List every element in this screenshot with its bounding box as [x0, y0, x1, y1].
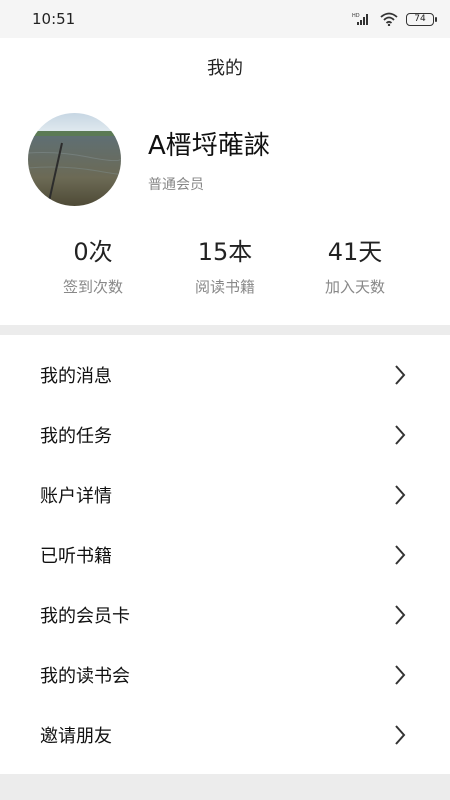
- menu-item-label: 我的任务: [40, 426, 112, 447]
- chevron-right-icon: [394, 424, 406, 446]
- menu-item-account-details[interactable]: 账户详情: [0, 465, 450, 525]
- bottom-divider: [0, 774, 450, 800]
- menu-item-label: 已听书籍: [40, 546, 112, 567]
- stat-value: 0次: [73, 238, 113, 266]
- chevron-right-icon: [394, 664, 406, 686]
- status-time: 10:51: [32, 10, 76, 28]
- menu-item-label: 我的会员卡: [40, 606, 130, 627]
- stat-checkins[interactable]: 0次 签到次数: [28, 236, 158, 297]
- stat-label: 阅读书籍: [194, 278, 255, 296]
- stat-books-read[interactable]: 15本 阅读书籍: [160, 236, 290, 297]
- username: A榗埒蓶誺: [148, 131, 270, 161]
- section-divider: [0, 325, 450, 335]
- menu-item-label: 账户详情: [40, 486, 112, 507]
- stat-days-joined[interactable]: 41天 加入天数: [290, 236, 420, 297]
- menu-item-label: 邀请朋友: [40, 726, 112, 747]
- avatar[interactable]: [28, 113, 121, 206]
- chevron-right-icon: [394, 544, 406, 566]
- menu-item-label: 我的消息: [40, 366, 112, 387]
- avatar-lake-photo-icon: [28, 113, 121, 206]
- menu-list: 我的消息 我的任务 账户详情 已听书籍 我的会员卡 我的读书会 邀请朋友: [0, 345, 450, 765]
- menu-item-book-club[interactable]: 我的读书会: [0, 645, 450, 705]
- page-header: 我的: [0, 38, 450, 96]
- stat-value: 15本: [197, 238, 253, 266]
- page-title: 我的: [207, 58, 243, 79]
- menu-item-invite-friends[interactable]: 邀请朋友: [0, 705, 450, 765]
- svg-text:HD: HD: [352, 13, 360, 19]
- chevron-right-icon: [394, 724, 406, 746]
- chevron-right-icon: [394, 484, 406, 506]
- stats-row: 0次 签到次数 15本 阅读书籍 41天 加入天数: [0, 236, 450, 306]
- hd-signal-icon: HD: [352, 12, 372, 26]
- stat-label: 签到次数: [62, 278, 123, 296]
- battery-icon: 74: [406, 12, 437, 26]
- stat-value: 41天: [327, 238, 383, 266]
- status-icons: HD 74: [352, 12, 437, 26]
- status-bar: 10:51 HD 74: [0, 0, 450, 38]
- chevron-right-icon: [394, 604, 406, 626]
- menu-item-listened-books[interactable]: 已听书籍: [0, 525, 450, 585]
- menu-item-tasks[interactable]: 我的任务: [0, 405, 450, 465]
- menu-item-label: 我的读书会: [40, 666, 130, 687]
- chevron-right-icon: [394, 364, 406, 386]
- menu-item-member-card[interactable]: 我的会员卡: [0, 585, 450, 645]
- wifi-icon: [380, 12, 398, 26]
- stat-label: 加入天数: [324, 278, 385, 296]
- member-level: 普通会员: [148, 177, 204, 193]
- menu-item-messages[interactable]: 我的消息: [0, 345, 450, 405]
